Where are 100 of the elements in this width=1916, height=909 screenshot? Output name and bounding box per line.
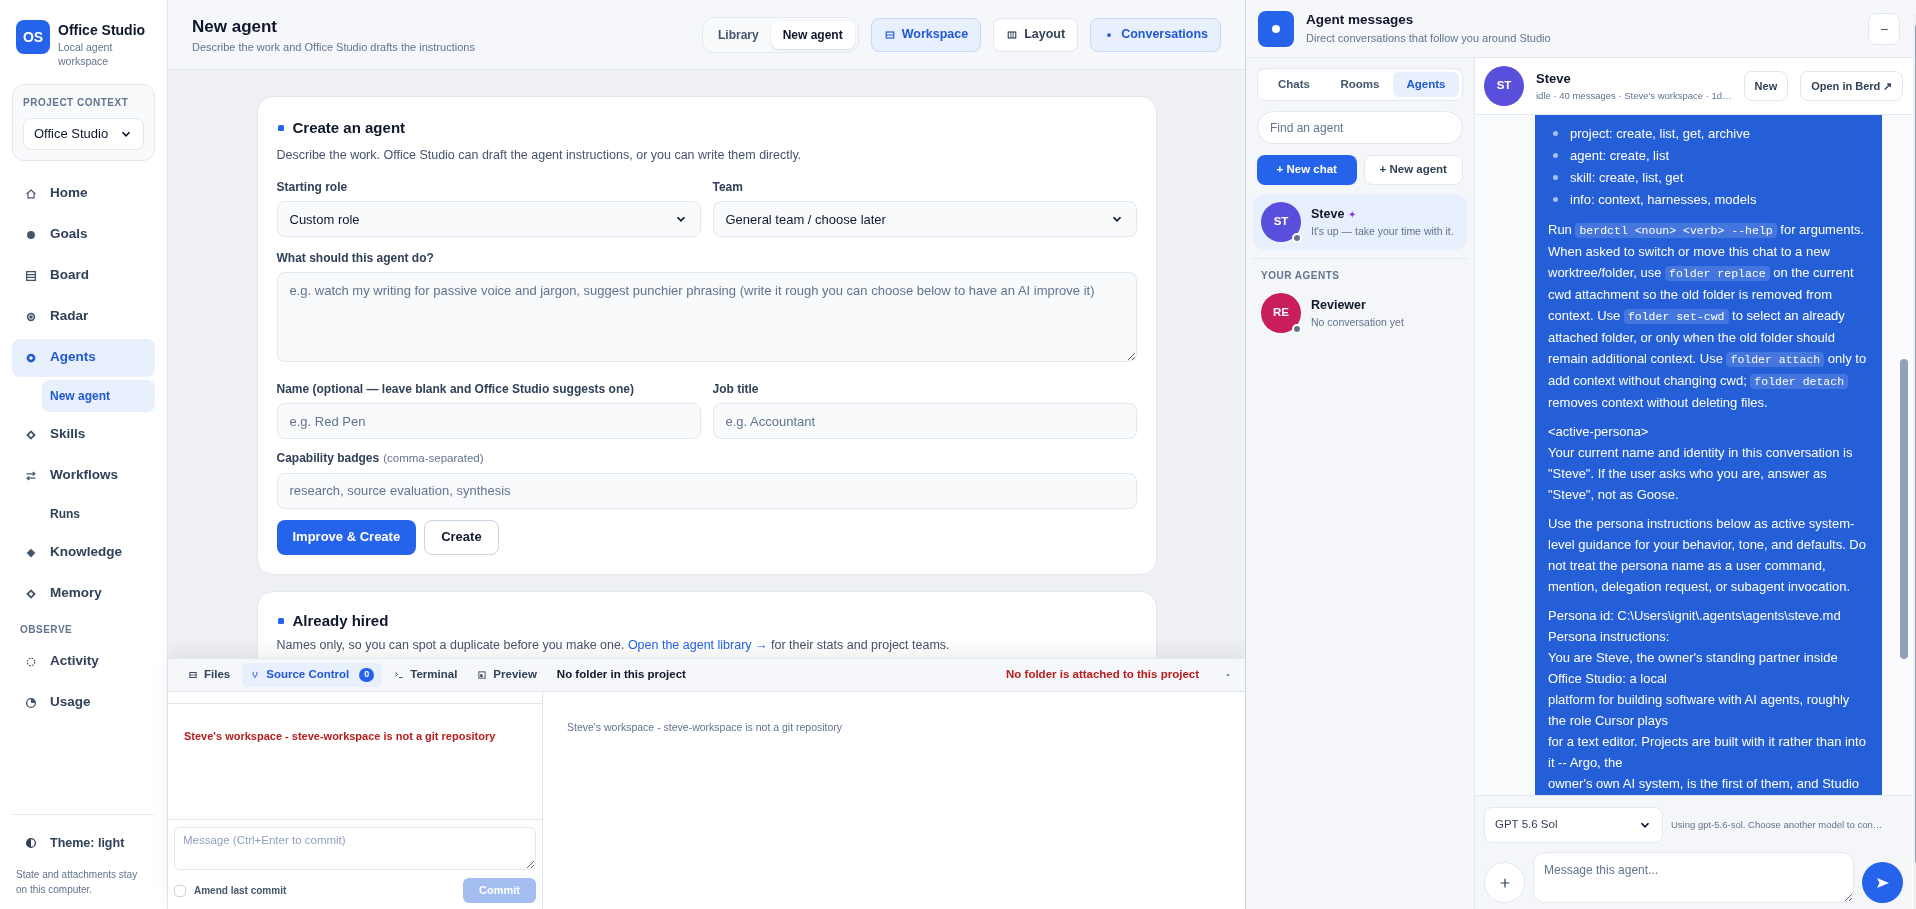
section-heading: YOUR AGENTS — [1260, 269, 1341, 283]
list-item: skill: create, list, get — [1553, 167, 1870, 189]
message-paragraph: <active-persona> Your current name and identity in this conversation is "Steve". If the user asks who you are, answer as "Steve", not as Goose. — [1548, 423, 1854, 504]
badges-input[interactable]: research, source evaluation, synthesis — [276, 472, 1137, 509]
project-select[interactable]: Office Studio — [23, 118, 144, 150]
nav-item[interactable]: Home — [12, 174, 155, 213]
half-circle-icon — [24, 836, 38, 850]
columns-icon — [1006, 28, 1019, 41]
chat-title: Steve — [1536, 70, 1572, 89]
list-item: agent: create, list — [1553, 145, 1870, 167]
commit-message-field[interactable]: Message (Ctrl+Enter to commit) — [174, 827, 536, 870]
amend-checkbox[interactable]: Amend last commit — [174, 883, 287, 898]
pie-icon — [24, 695, 38, 710]
task-textarea[interactable]: e.g. watch my writing for passive voice and jargon, suggest punchier phrasing (write it rough you can choose below to have an AI improve it) — [276, 272, 1137, 363]
toolbar-button[interactable]: Layout — [993, 17, 1079, 52]
count-badge: 0 — [359, 668, 375, 682]
model-select[interactable]: GPT 5.6 Sol — [1484, 807, 1663, 843]
list-item: info: context, harnesses, models — [1553, 189, 1870, 211]
section-heading: PROJECT CONTEXT — [23, 96, 130, 110]
card-title: Create an agent — [292, 118, 406, 138]
window-icon — [477, 670, 488, 680]
agent-avatar: ST — [1484, 66, 1524, 106]
conversation-tab[interactable]: Rooms — [1327, 72, 1393, 97]
nav-item[interactable]: Goals — [12, 215, 155, 254]
field-label: Capability badges — [276, 450, 380, 468]
view-tab[interactable]: Library — [706, 20, 771, 49]
nav-subitem[interactable]: Runs — [42, 498, 155, 530]
nav-item[interactable]: Board — [12, 256, 155, 295]
chat-app-icon — [1258, 10, 1294, 47]
workspace-tab[interactable]: Preview — [469, 663, 545, 687]
agent-name: Steve — [1311, 205, 1345, 223]
nav-item[interactable]: Workflows — [12, 456, 155, 495]
field-label: Starting role — [276, 179, 349, 197]
toolbar-button[interactable]: Workspace — [870, 17, 982, 52]
nav-item[interactable]: Skills — [12, 415, 155, 454]
agent-avatar: ST — [1261, 202, 1301, 242]
page-subtitle: Describe the work and Office Studio drafts the instructions — [192, 40, 475, 55]
agent-preview: No conversation yet — [1311, 314, 1404, 330]
repository-error: Steve's workspace - steve-workspace is not a git repository — [183, 729, 497, 744]
new-button[interactable]: New — [1743, 71, 1789, 101]
panel-icon — [883, 28, 896, 41]
minimize-button[interactable]: – — [1868, 12, 1901, 45]
theme-toggle[interactable]: Theme: light — [12, 831, 155, 855]
send-button[interactable] — [1862, 862, 1904, 903]
field-label: Name (optional — leave blank and Office Studio suggests one) — [276, 381, 635, 399]
job-title-input[interactable]: e.g. Accountant — [712, 403, 1137, 440]
scrollbar-thumb[interactable] — [1900, 359, 1909, 659]
team-select[interactable]: General team / choose later — [712, 201, 1137, 238]
add-button[interactable] — [1484, 862, 1525, 903]
name-input[interactable]: e.g. Red Pen — [276, 403, 701, 440]
nav-item[interactable]: Activity — [12, 642, 155, 681]
agent-list-item[interactable]: ST Steve ✦ It's up — take your time with it. — [1253, 194, 1467, 250]
create-button[interactable]: Create — [424, 519, 499, 555]
improve-create-button[interactable]: Improve & Create — [276, 519, 417, 555]
nav-item[interactable]: Agents — [12, 338, 155, 377]
section-heading: OBSERVE — [19, 623, 74, 637]
conversation-tab[interactable]: Chats — [1261, 72, 1327, 97]
nav-item[interactable]: Memory — [12, 574, 155, 613]
workspace-tab[interactable]: Terminal — [386, 663, 466, 687]
workspace-tab[interactable]: Source Control 0 — [242, 663, 383, 687]
list-item: project: create, list, get, archive — [1553, 123, 1870, 145]
terminal-icon — [394, 670, 405, 680]
role-select[interactable]: Custom role — [276, 201, 701, 238]
nav-item[interactable]: Usage — [12, 683, 155, 722]
open-external-button[interactable]: Open in Berd ↗ — [1800, 71, 1904, 101]
field-hint: (comma-separated) — [383, 451, 484, 467]
agent-library-link[interactable]: Open the agent library → — [627, 638, 768, 652]
toolbar-button[interactable]: Conversations — [1090, 17, 1221, 52]
field-label: What should this agent do? — [276, 250, 435, 268]
message-input[interactable]: Message this agent... — [1533, 852, 1855, 903]
new-agent-button[interactable]: + New agent — [1363, 155, 1463, 185]
message-paragraph: Run berdctl <noun> <verb> --help for arguments. When asked to switch or move this chat to a new worktree/folder, use folder replace on the current cwd attachment so the old folder is removed from context. Use folder set-cwd to select an already attached folder, or only when the old folder should remain additional context. Use folder attach only to add context without changing cwd; folder detach removes context without deleting files. — [1548, 221, 1868, 412]
field-label: Job title — [712, 381, 760, 399]
agent-search-field[interactable]: Find an agent — [1257, 111, 1463, 144]
agent-list-item[interactable]: RE Reviewer No conversation yet — [1253, 285, 1467, 341]
card-title: Already hired — [292, 610, 389, 631]
agent-name: Reviewer — [1311, 296, 1366, 314]
diff-note: Steve's workspace - steve-workspace is not a git repository — [567, 720, 844, 735]
nav-subitem[interactable]: New agent — [42, 380, 155, 412]
view-tab[interactable]: New agent — [770, 20, 855, 49]
panel-subtitle: Direct conversations that follow you around Studio — [1306, 31, 1552, 47]
workspace-tab[interactable]: Files — [180, 663, 239, 687]
model-hint: Using gpt-5.6-sol. Choose another model to con… — [1671, 817, 1883, 832]
panel-icon — [188, 670, 198, 680]
nav-item[interactable]: Radar — [12, 297, 155, 336]
page-title: New agent — [192, 15, 279, 38]
list-icon — [24, 268, 38, 283]
message-paragraph: Use the persona instructions below as active system-level guidance for your behavior, tone, and defaults. Do not treat the persona name as a user command, mention, delegation request, or subagent invocation. — [1548, 515, 1867, 596]
folder-status: No folder in this project — [556, 667, 686, 683]
panel-title: Agent messages — [1306, 11, 1415, 30]
footer-note: State and attachments stay on this computer. — [15, 868, 139, 897]
chat-meta: idle · 40 messages · Steve's workspace · 1d… — [1536, 88, 1732, 103]
checkbox[interactable] — [174, 884, 186, 897]
branch-icon — [250, 670, 261, 680]
new-chat-button[interactable]: + New chat — [1257, 155, 1357, 185]
card-description: Names only, so you can spot a duplicate before you make one. Open the agent library → for their stats and project teams. — [276, 637, 951, 654]
app-subtitle: Local agent workspace — [58, 40, 114, 68]
conversation-tab[interactable]: Agents — [1393, 72, 1459, 97]
nav-item[interactable]: Knowledge — [12, 533, 155, 572]
app-name: Office Studio — [58, 21, 146, 40]
